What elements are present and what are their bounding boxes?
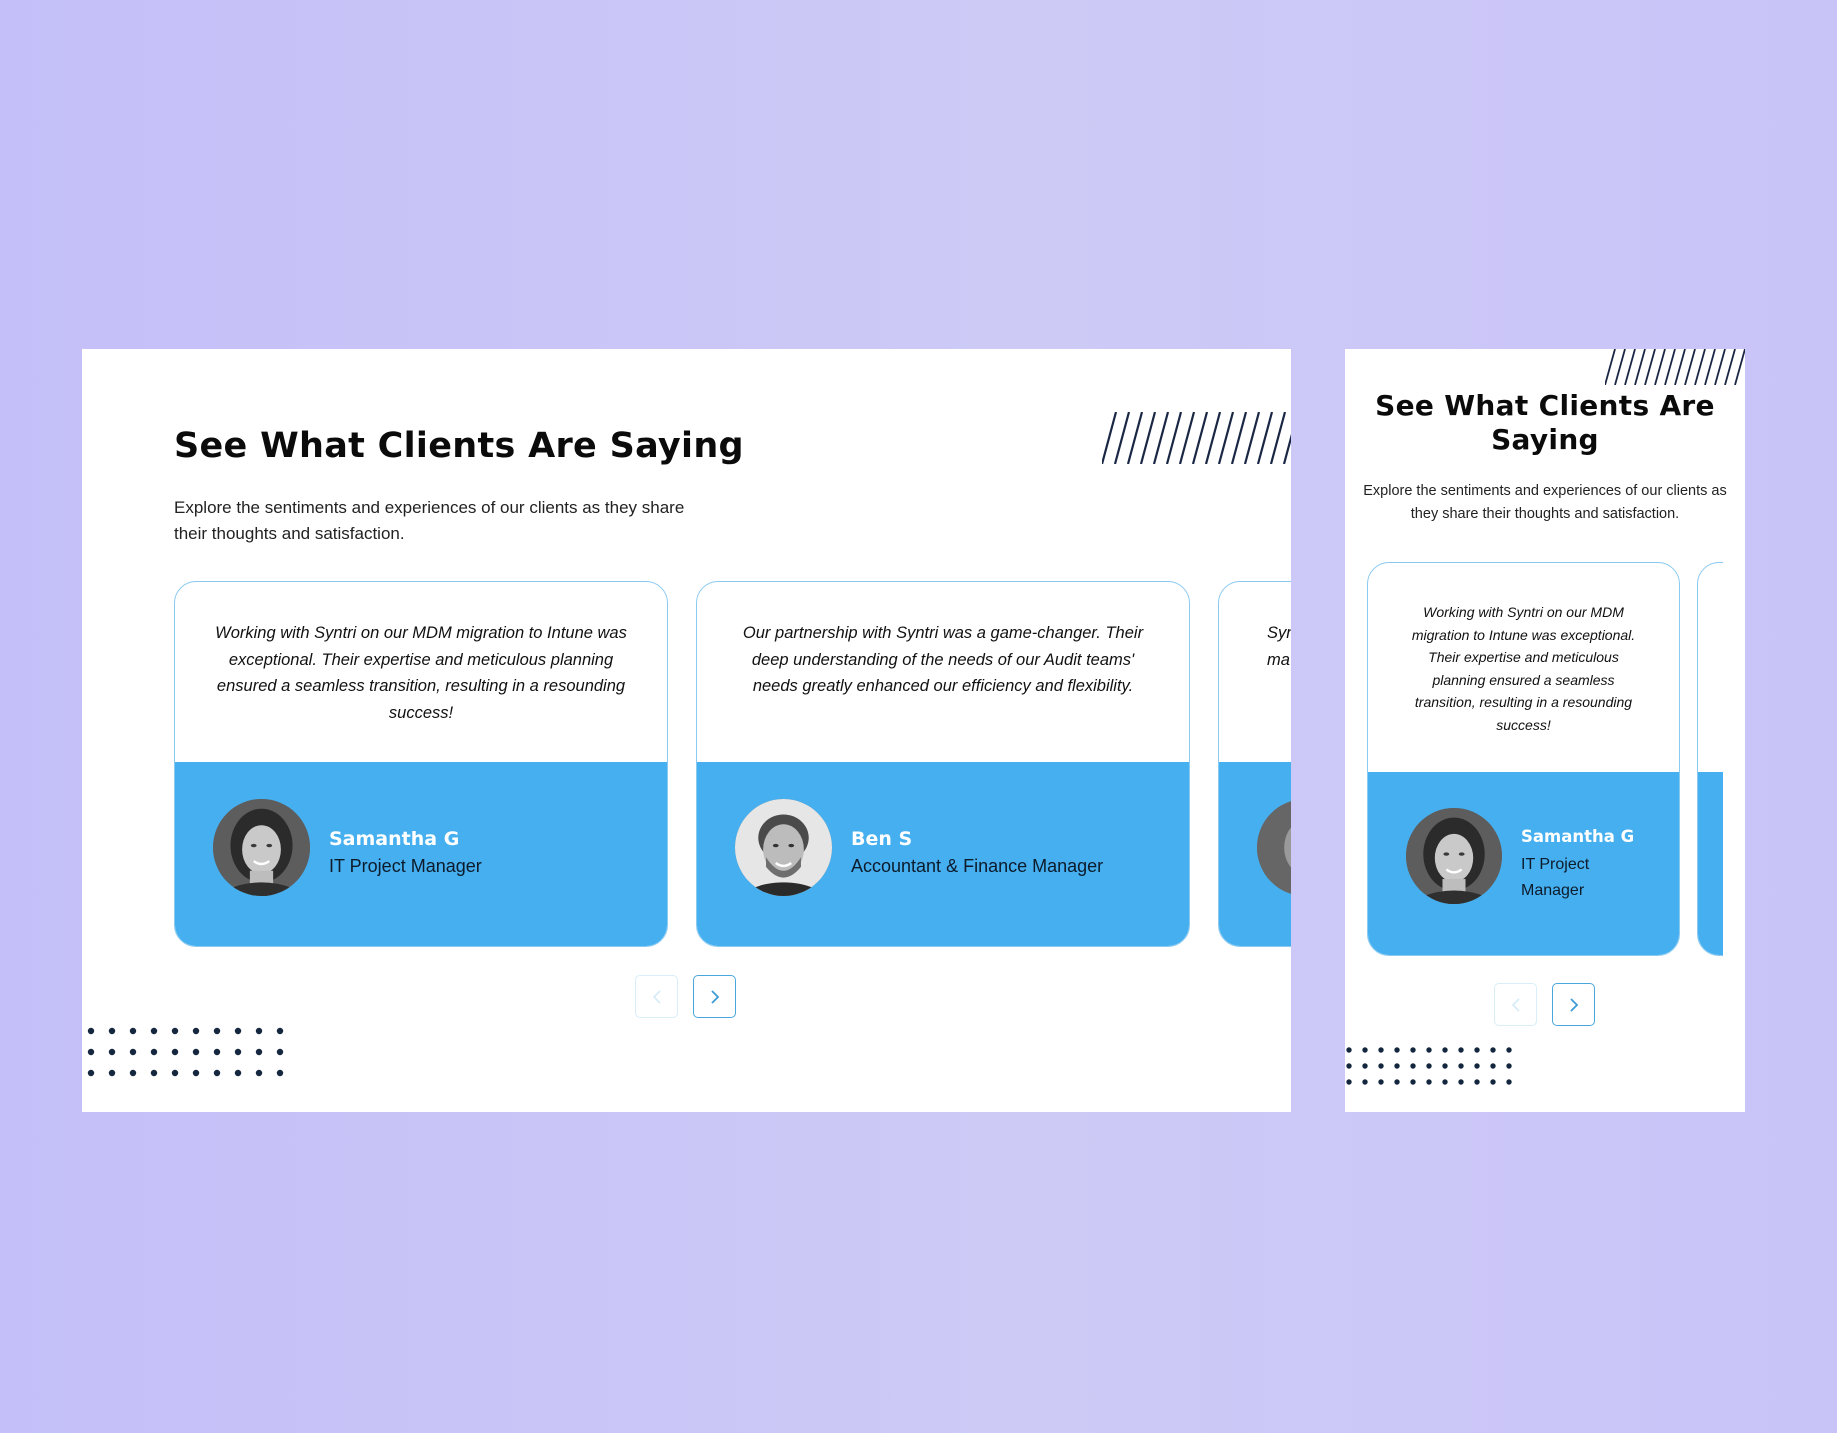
chevron-left-icon <box>1511 997 1520 1012</box>
chevron-right-icon <box>1569 997 1578 1012</box>
quote-fragment-line-1: Syn <box>1267 624 1291 642</box>
client-role: IT Project Manager <box>329 856 482 876</box>
testimonial-card: Working with Syntri on our MDM migration… <box>1367 562 1680 956</box>
testimonial-footer <box>1698 772 1723 955</box>
man-portrait-icon <box>735 799 832 896</box>
client-name: Samantha G <box>329 828 460 850</box>
testimonial-footer: Samantha G IT Project Manager <box>1368 772 1679 955</box>
chevron-left-icon <box>652 989 661 1004</box>
testimonial-quote: Our partnership with Syntri was a game-c… <box>742 624 1144 695</box>
woman-portrait-icon <box>1406 808 1502 904</box>
testimonial-quote-fragment: Syn ma <box>1219 620 1291 673</box>
testimonial-footer <box>1219 762 1291 946</box>
client-role: Accountant & Finance Manager <box>851 856 1104 876</box>
carousel-next-button[interactable] <box>693 975 736 1018</box>
testimonial-carousel[interactable]: Working with Syntri on our MDM migration… <box>174 581 1291 947</box>
diagonal-stripes-decoration <box>1605 349 1745 385</box>
avatar <box>1406 808 1502 904</box>
chevron-right-icon <box>710 989 719 1004</box>
dot-grid-decoration <box>87 1027 284 1077</box>
avatar <box>1257 799 1291 896</box>
section-subheading: Explore the sentiments and experiences o… <box>1363 483 1727 522</box>
quote-fragment-line-2: ma <box>1267 650 1290 669</box>
testimonial-card-partial <box>1697 562 1723 956</box>
client-role: IT Project Manager <box>1521 856 1590 899</box>
client-name: Samantha G <box>1521 827 1635 846</box>
carousel-next-button[interactable] <box>1552 983 1595 1026</box>
avatar <box>213 799 310 896</box>
diagonal-stripes-decoration <box>1102 412 1291 464</box>
section-heading: See What Clients Are Saying <box>174 426 744 466</box>
portrait-icon <box>1257 799 1291 896</box>
testimonial-footer: Ben S Accountant & Finance Manager <box>697 762 1189 946</box>
testimonial-footer: Samantha G IT Project Manager <box>175 762 667 946</box>
testimonial-quote: Working with Syntri on our MDM migration… <box>215 624 627 722</box>
woman-portrait-icon <box>213 799 310 896</box>
section-subheading: Explore the sentiments and experiences o… <box>174 498 685 543</box>
section-heading: See What Clients Are Saying <box>1375 389 1715 456</box>
desktop-preview: See What Clients Are Saying Explore the … <box>82 349 1291 1112</box>
testimonial-card-partial: Syn ma <box>1218 581 1291 947</box>
testimonial-card: Our partnership with Syntri was a game-c… <box>696 581 1190 947</box>
carousel-prev-button[interactable] <box>1494 983 1537 1026</box>
avatar <box>735 799 832 896</box>
testimonial-carousel[interactable]: Working with Syntri on our MDM migration… <box>1367 562 1723 956</box>
client-name: Ben S <box>851 828 913 850</box>
testimonial-card: Working with Syntri on our MDM migration… <box>174 581 668 947</box>
mobile-preview: See What Clients Are Saying Explore the … <box>1345 349 1745 1112</box>
testimonial-quote: Working with Syntri on our MDM migration… <box>1411 604 1636 733</box>
dot-grid-decoration <box>1346 1047 1512 1085</box>
carousel-prev-button[interactable] <box>635 975 678 1018</box>
